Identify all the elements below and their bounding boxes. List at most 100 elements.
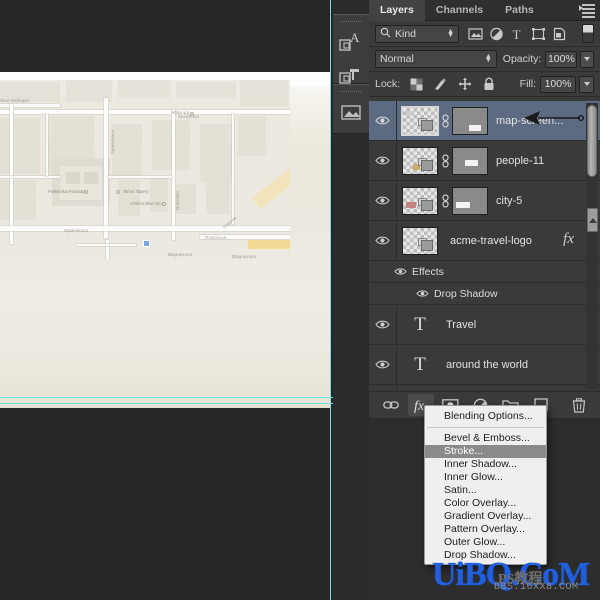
layer-name[interactable]: around the world — [446, 359, 528, 371]
opacity-label: Opacity: — [502, 53, 542, 65]
layer-mask-link-icon[interactable] — [439, 193, 451, 208]
menu-item-inner-glow[interactable]: Inner Glow... — [425, 471, 546, 484]
menu-item-outer-glow[interactable]: Outer Glow... — [425, 536, 546, 549]
panel-tab-bar[interactable]: Layers Channels Paths — [369, 0, 600, 21]
layer-mask-link-icon[interactable] — [439, 113, 451, 128]
svg-text:T: T — [513, 27, 521, 41]
map-street-label: Rosickova — [205, 235, 227, 240]
layer-row-travel[interactable]: T Travel — [369, 305, 600, 345]
blend-mode-select[interactable]: Normal ▲ ▼ — [375, 50, 497, 68]
layer-row-people-11[interactable]: people-11 — [369, 141, 600, 181]
menu-item-bevel-emboss[interactable]: Bevel & Emboss... — [425, 432, 546, 445]
layer-row-acme-travel-logo[interactable]: acme-travel-logo fx — [369, 221, 600, 261]
dock-group-layercomps[interactable] — [333, 84, 369, 134]
text-layer-icon[interactable]: T — [402, 315, 438, 334]
layer-name[interactable]: acme-travel-logo — [450, 235, 532, 247]
menu-item-gradient-overlay[interactable]: Gradient Overlay... — [425, 510, 546, 523]
smartobject-filter-icon[interactable] — [550, 24, 569, 43]
map-street-label: Spalenkova — [64, 228, 88, 233]
layer-thumbnail[interactable] — [401, 105, 439, 136]
layer-row-around-the-world[interactable]: T around the world — [369, 345, 600, 385]
layer-visibility-toggle[interactable] — [369, 345, 397, 384]
map-poi-label: Chilitos Blue Sro — [130, 201, 162, 206]
effect-row-drop-shadow[interactable]: Drop Shadow — [369, 283, 600, 305]
menu-item-color-overlay[interactable]: Color Overlay... — [425, 497, 546, 510]
lock-fill-row[interactable]: Lock: Fill: 100% — [369, 72, 600, 97]
image-filter-icon[interactable] — [466, 24, 485, 43]
dock-group-type[interactable]: A — [333, 14, 369, 84]
horizontal-guide-lower — [0, 403, 333, 404]
lock-transparent-icon[interactable] — [407, 75, 426, 94]
chevron-updown-icon-2: ▲ ▼ — [484, 53, 492, 64]
layer-visibility-toggle[interactable] — [369, 101, 397, 140]
opacity-stepper[interactable] — [580, 50, 594, 68]
adjustment-filter-icon[interactable] — [487, 24, 506, 43]
menu-item-inner-shadow[interactable]: Inner Shadow... — [425, 458, 546, 471]
map-street-label: Dukelska — [175, 191, 180, 210]
shape-filter-icon[interactable] — [529, 24, 548, 43]
watermark: UiBQ.CoM PS教程 BBS.16XX8.COM — [432, 556, 600, 600]
layer-style-context-menu[interactable]: Blending Options... Bevel & Emboss... St… — [424, 405, 547, 565]
layer-name[interactable]: city-5 — [496, 195, 522, 207]
character-panel-icon[interactable]: A — [337, 27, 365, 57]
effects-label: Effects — [412, 265, 444, 278]
panel-menu-icon[interactable] — [577, 4, 595, 18]
watermark-sub-text: BBS.16XX8.COM — [494, 582, 579, 593]
blend-opacity-row[interactable]: Normal ▲ ▼ Opacity: 100% — [369, 47, 600, 72]
fx-icon[interactable]: fx — [563, 231, 574, 248]
menu-separator — [427, 427, 544, 428]
fill-stepper[interactable] — [579, 75, 594, 93]
lock-all-icon[interactable] — [479, 75, 498, 94]
drop-shadow-visibility-toggle[interactable] — [415, 289, 429, 298]
blend-mode-value: Normal — [380, 53, 414, 65]
effects-visibility-toggle[interactable] — [393, 267, 407, 276]
menu-item-stroke[interactable]: Stroke... — [425, 445, 546, 458]
layer-effects-row[interactable]: Effects — [369, 261, 600, 283]
tab-layers[interactable]: Layers — [369, 0, 425, 21]
link-layers-button[interactable] — [378, 394, 404, 416]
dock-grip[interactable] — [340, 17, 362, 26]
type-filter-icon[interactable]: T — [508, 24, 527, 43]
fill-value[interactable]: 100% — [540, 75, 576, 93]
layer-mask-thumbnail[interactable] — [452, 186, 488, 215]
layer-mask-thumbnail[interactable] — [452, 106, 488, 135]
photoshop-window: Place Hafiegan Susickova Spalenkova Spal… — [0, 0, 600, 600]
collapsed-panel-dock[interactable]: A — [333, 0, 369, 600]
svg-text:fx: fx — [414, 399, 425, 413]
layer-thumbnail[interactable] — [402, 186, 438, 215]
tab-paths[interactable]: Paths — [494, 0, 545, 21]
layer-row-city-5[interactable]: city-5 — [369, 181, 600, 221]
text-layer-icon[interactable]: T — [402, 355, 438, 374]
document-canvas[interactable]: Place Hafiegan Susickova Spalenkova Spal… — [0, 72, 331, 408]
layer-visibility-toggle[interactable] — [369, 181, 397, 220]
layer-thumbnail[interactable] — [402, 226, 438, 255]
layer-list-scrollbar[interactable] — [586, 103, 598, 389]
lock-image-icon[interactable] — [431, 75, 450, 94]
layer-list[interactable]: map-screen... people-11 city-5 acme-trav… — [369, 101, 600, 391]
layer-comps-panel-icon[interactable] — [337, 97, 365, 127]
layer-visibility-toggle[interactable] — [369, 305, 397, 344]
layer-name[interactable]: Travel — [446, 319, 476, 331]
layer-thumbnail[interactable] — [402, 146, 438, 175]
tab-channels[interactable]: Channels — [425, 0, 494, 21]
layer-mask-link-icon[interactable] — [439, 153, 451, 168]
filter-kind-select[interactable]: Kind ▲ ▼ — [375, 24, 459, 43]
scroll-up-button[interactable] — [587, 208, 598, 232]
layer-filter-row[interactable]: Kind ▲ ▼ T — [369, 21, 600, 47]
canvas-area[interactable]: Place Hafiegan Susickova Spalenkova Spal… — [0, 0, 333, 600]
menu-item-blending-options[interactable]: Blending Options... — [425, 410, 546, 423]
menu-item-pattern-overlay[interactable]: Pattern Overlay... — [425, 523, 546, 536]
layer-mask-thumbnail[interactable] — [452, 146, 488, 175]
layer-name[interactable]: people-11 — [496, 155, 544, 167]
filter-toggle-switch[interactable] — [582, 24, 594, 43]
horizontal-guide-upper — [0, 397, 333, 398]
scrollbar-thumb[interactable] — [587, 105, 597, 177]
layer-visibility-toggle[interactable] — [369, 221, 397, 260]
lock-position-icon[interactable] — [455, 75, 474, 94]
layer-visibility-toggle[interactable] — [369, 141, 397, 180]
menu-item-satin[interactable]: Satin... — [425, 484, 546, 497]
dock-grip-2[interactable] — [340, 87, 362, 96]
opacity-value[interactable]: 100% — [545, 50, 578, 68]
map-street-label: Place Hafiegan — [0, 98, 30, 103]
delete-layer-button[interactable] — [566, 394, 592, 416]
